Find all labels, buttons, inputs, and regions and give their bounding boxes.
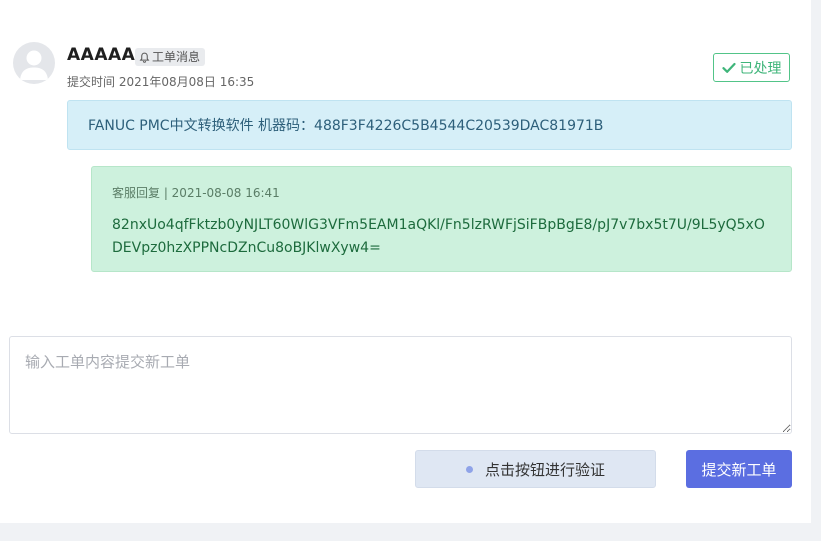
avatar [13, 42, 55, 84]
submit-time: 提交时间 2021年08月08日 16:35 [67, 75, 255, 89]
check-icon [721, 62, 736, 73]
ticket-message: FANUC PMC中文转换软件 机器码：488F3F4226C5B4544C20… [67, 100, 792, 150]
reply-meta: 客服回复 | 2021-08-08 16:41 [112, 186, 280, 200]
verify-button-label: 点击按钮进行验证 [484, 460, 605, 479]
ticket-panel: AAAAA 工单消息 提交时间 2021年08月08日 16:35 已处理 FA… [0, 0, 811, 523]
verify-dot-icon [465, 465, 473, 473]
ticket-tag: 工单消息 [135, 48, 206, 66]
submit-ticket-button[interactable]: 提交新工单 [686, 450, 792, 488]
verify-button[interactable]: 点击按钮进行验证 [415, 450, 656, 488]
status-badge: 已处理 [713, 53, 790, 82]
reply-content: 82nxUo4qfFktzb0yNJLT60WlG3VFm5EAM1aQKl/F… [112, 217, 765, 256]
submit-ticket-label: 提交新工单 [701, 460, 777, 479]
status-label: 已处理 [739, 60, 782, 77]
support-reply: 客服回复 | 2021-08-08 16:41 82nxUo4qfFktzb0y… [91, 166, 792, 272]
user-avatar-icon [20, 50, 48, 80]
ticket-tag-label: 工单消息 [152, 50, 201, 64]
ticket-content-input[interactable] [9, 336, 792, 434]
ticket-message-text: FANUC PMC中文转换软件 机器码：488F3F4226C5B4544C20… [88, 118, 604, 134]
username: AAAAA [67, 45, 136, 65]
bell-icon [139, 52, 150, 63]
